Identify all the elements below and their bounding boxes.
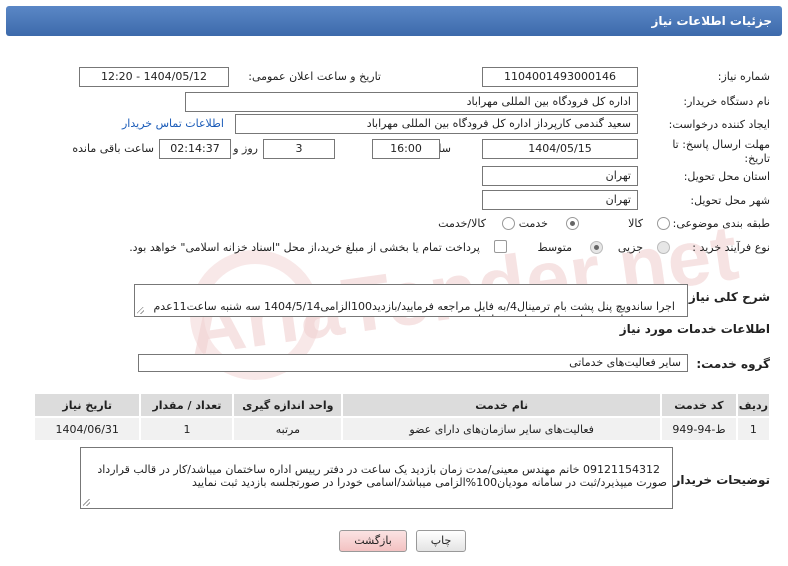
buyer-notes-textarea[interactable]: 09121154312 خانم مهندس معینی/مدت زمان با… bbox=[80, 447, 673, 509]
description-textarea[interactable]: اجرا ساندویچ پنل پشت بام ترمینال4/به فای… bbox=[134, 284, 688, 317]
cell-row-number: 1 bbox=[735, 416, 772, 442]
deadline-time-field: 16:00 bbox=[372, 139, 440, 159]
col-header-row-number: ردیف bbox=[735, 392, 772, 418]
description-text: اجرا ساندویچ پنل پشت بام ترمینال4/به فای… bbox=[153, 300, 683, 316]
back-button[interactable]: بازگشت bbox=[339, 530, 407, 552]
purchase-type-label: نوع فرآیند خرید : bbox=[692, 241, 770, 254]
treasury-bonds-note: پرداخت تمام یا بخشی از مبلغ خرید،از محل … bbox=[129, 241, 480, 254]
cell-unit: مرتبه bbox=[232, 416, 344, 442]
buyer-contact-link[interactable]: اطلاعات تماس خریدار bbox=[122, 117, 224, 130]
category-radio-service[interactable] bbox=[566, 217, 579, 230]
purchase-type-option-minor: جزیی bbox=[617, 241, 643, 254]
announce-datetime-field: 1404/05/12 - 12:20 bbox=[79, 67, 229, 87]
delivery-province-label: استان محل تحویل: bbox=[683, 170, 770, 183]
requester-label: ایجاد کننده درخواست: bbox=[668, 118, 770, 131]
col-header-unit: واحد اندازه گیری bbox=[232, 392, 344, 418]
deadline-label: مهلت ارسال پاسخ: تا bbox=[672, 138, 770, 151]
treasury-bonds-checkbox[interactable] bbox=[494, 240, 507, 253]
purchase-type-option-medium: متوسط bbox=[537, 241, 572, 254]
category-option-goods-service: کالا/خدمت bbox=[438, 217, 486, 230]
buyer-org-field: اداره کل فرودگاه بین المللی مهراباد bbox=[185, 92, 638, 112]
page-header: جزئیات اطلاعات نیاز bbox=[6, 6, 782, 36]
buyer-notes-text: 09121154312 خانم مهندس معینی/مدت زمان با… bbox=[93, 463, 667, 489]
delivery-province-field: تهران bbox=[482, 166, 638, 186]
col-header-service-name: نام خدمت bbox=[341, 392, 663, 418]
category-option-goods: کالا bbox=[628, 217, 643, 230]
remaining-time-label: ساعت باقی مانده bbox=[72, 142, 154, 155]
deadline-date-field: 1404/05/15 bbox=[482, 139, 638, 159]
delivery-city-field: تهران bbox=[482, 190, 638, 210]
cell-quantity: 1 bbox=[139, 416, 235, 442]
table-row: 1 ط-94-949 فعالیت‌های سایر سازمان‌های دا… bbox=[32, 416, 772, 442]
print-button[interactable]: چاپ bbox=[416, 530, 466, 552]
announce-datetime-label: تاریخ و ساعت اعلان عمومی: bbox=[248, 70, 381, 83]
category-radio-goods[interactable] bbox=[657, 217, 670, 230]
col-header-need-date: تاریخ نیاز bbox=[32, 392, 142, 418]
days-label: روز و bbox=[233, 142, 258, 155]
requester-field: سعید گندمی کارپرداز اداره کل فرودگاه بین… bbox=[235, 114, 638, 134]
resize-grip-icon[interactable] bbox=[83, 499, 90, 506]
need-number-field: 1104001493000146 bbox=[482, 67, 638, 87]
description-label: شرح کلی نیاز: bbox=[684, 290, 770, 304]
category-option-service: خدمت bbox=[518, 217, 548, 230]
cell-need-date: 1404/06/31 bbox=[32, 416, 142, 442]
cell-service-name: فعالیت‌های سایر سازمان‌های دارای عضو bbox=[341, 416, 663, 442]
service-group-field: سایر فعالیت‌های خدماتی bbox=[138, 354, 688, 372]
remaining-days-field: 3 bbox=[263, 139, 335, 159]
need-number-label: شماره نیاز: bbox=[717, 70, 770, 83]
page-title: جزئیات اطلاعات نیاز bbox=[651, 14, 772, 28]
deadline-label-date: تاریخ: bbox=[744, 152, 770, 165]
buyer-notes-label: توضیحات خریدار: bbox=[668, 473, 770, 487]
resize-grip-icon[interactable] bbox=[137, 307, 144, 314]
remaining-time-field: 02:14:37 bbox=[159, 139, 231, 159]
category-label: طبقه بندی موضوعی: bbox=[672, 217, 770, 230]
services-table: ردیف کد خدمت نام خدمت واحد اندازه گیری ت… bbox=[32, 392, 772, 442]
col-header-service-code: کد خدمت bbox=[660, 392, 738, 418]
category-radio-goods-service[interactable] bbox=[502, 217, 515, 230]
purchase-type-radio-minor[interactable] bbox=[657, 241, 670, 254]
col-header-quantity: تعداد / مقدار bbox=[139, 392, 235, 418]
table-header-row: ردیف کد خدمت نام خدمت واحد اندازه گیری ت… bbox=[32, 392, 772, 418]
buyer-org-label: نام دستگاه خریدار: bbox=[683, 95, 770, 108]
purchase-type-radio-medium[interactable] bbox=[590, 241, 603, 254]
cell-service-code: ط-94-949 bbox=[660, 416, 738, 442]
services-section-title: اطلاعات خدمات مورد نیاز bbox=[619, 322, 770, 336]
delivery-city-label: شهر محل تحویل: bbox=[690, 194, 770, 207]
service-group-label: گروه خدمت: bbox=[696, 357, 770, 371]
